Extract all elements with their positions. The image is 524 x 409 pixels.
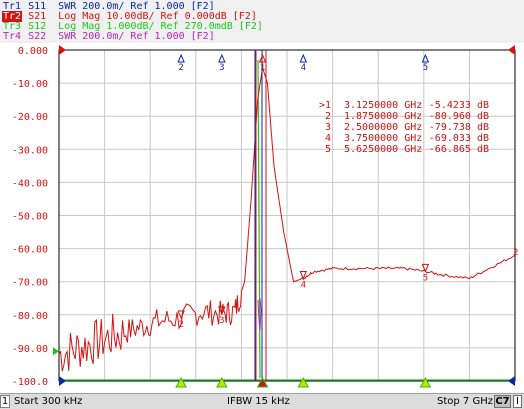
y-tick-label: -50.00 (12, 212, 48, 223)
marker-table-id: 3 (325, 122, 331, 133)
top-marker-label: 3 (219, 63, 224, 73)
marker-table-value: -80.960 dB (429, 111, 489, 122)
marker-table-id: 4 (325, 133, 331, 144)
trace-marker-label: 2 (178, 320, 183, 330)
measurement-plot[interactable]: 0.000 -10.00 -20.00 -30.00 -40.00 -50.00 -60.0… (0, 43, 524, 393)
trace-header: Tr1 S11 SWR 200.0m/ Ref 1.000 [F2] Tr2 S… (0, 0, 524, 43)
marker-table-freq: 1.8750000 GHz (344, 111, 422, 122)
y-tick-label: -20.00 (12, 112, 48, 123)
top-marker-label: 4 (301, 63, 306, 73)
marker-table-freq: 3.1250000 GHz (344, 100, 422, 111)
trace-4-label[interactable]: Tr4 S22 SWR 200.0m/ Ref 1.000 [F2] (2, 31, 215, 42)
marker-table-freq: 3.7500000 GHz (344, 133, 422, 144)
ifbw-value[interactable]: IFBW 15 kHz (227, 396, 290, 407)
marker-table-freq: 2.5000000 GHz (344, 122, 422, 133)
marker-table-freq: 5.6250000 GHz (344, 144, 422, 155)
y-tick-label: -80.00 (12, 311, 48, 322)
y-tick-label: -100.0 (12, 377, 48, 388)
marker-readout-table: >1 3.1250000 GHz -5.4233 dB2 1.8750000 GHz -… (319, 100, 489, 155)
y-tick-label: -60.00 (12, 245, 48, 256)
marker-table-id: >1 (319, 100, 331, 111)
y-tick-label: 0.000 (18, 46, 48, 57)
top-marker-label: 1 (260, 63, 265, 73)
trace-4-tag[interactable]: Tr4 (2, 31, 22, 42)
y-tick-label: -90.00 (12, 344, 48, 355)
y-tick-label: -70.00 (12, 278, 48, 289)
top-marker-label: 2 (178, 63, 183, 73)
top-marker-label: 5 (423, 63, 428, 73)
trace-4-desc: S22 SWR 200.0m/ Ref 1.000 [F2] (22, 31, 215, 42)
marker-table-value: -5.4233 dB (429, 100, 489, 111)
trace-end-label: 2 (513, 248, 518, 258)
trace-marker-label: 3 (219, 316, 224, 326)
marker-table-id: 5 (325, 144, 331, 155)
stop-frequency[interactable]: Stop 7 GHz (437, 396, 493, 407)
start-frequency[interactable]: Start 300 kHz (14, 396, 82, 407)
marker-table-value: -69.033 dB (429, 133, 489, 144)
sweep-indicator[interactable]: I (513, 395, 522, 408)
marker-table-value: -66.865 dB (429, 144, 489, 155)
marker-table-id: 2 (325, 111, 331, 122)
trace-marker-label: 4 (301, 280, 306, 290)
marker-table-value: -79.738 dB (429, 122, 489, 133)
y-tick-label: -10.00 (12, 79, 48, 90)
y-tick-label: -30.00 (12, 145, 48, 156)
calibration-badge[interactable]: C7 (494, 395, 511, 408)
status-bar: 1 Start 300 kHz IFBW 15 kHz Stop 7 GHz C… (0, 393, 524, 409)
trace-marker-label: 5 (423, 273, 428, 283)
y-tick-label: -40.00 (12, 178, 48, 189)
channel-indicator[interactable]: 1 (0, 395, 10, 408)
